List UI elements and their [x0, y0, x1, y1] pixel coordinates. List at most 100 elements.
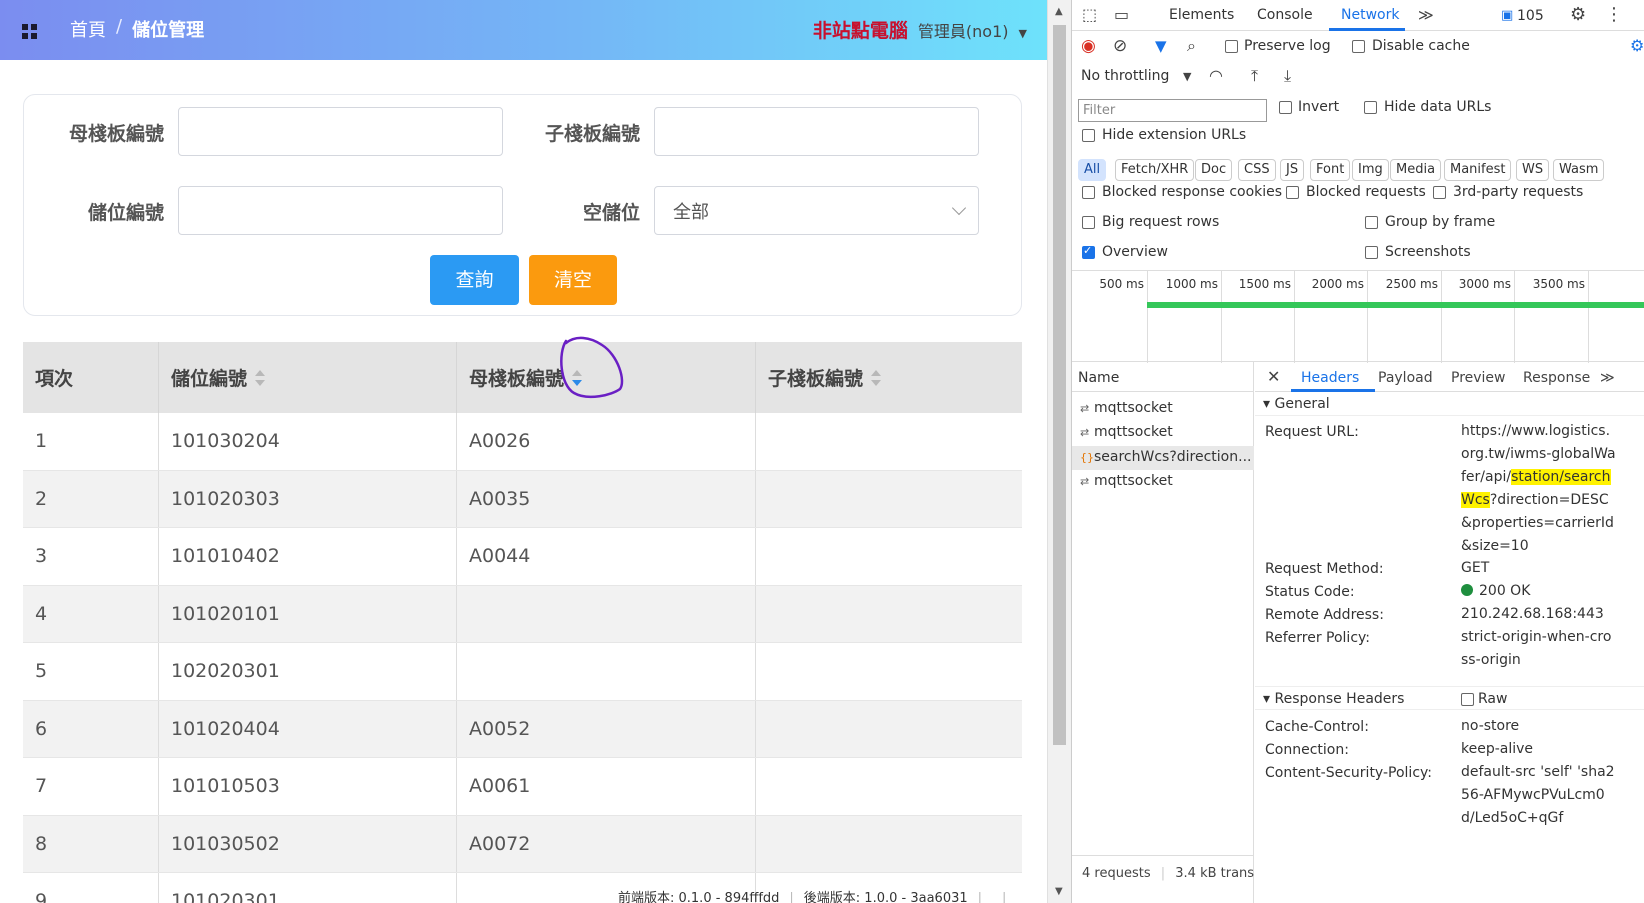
table-row[interactable]: 6 101020404 A0052	[23, 700, 1022, 758]
scrollbar-thumb[interactable]	[1053, 25, 1066, 745]
record-stop-icon[interactable]: ◉	[1081, 36, 1096, 56]
import-har-icon[interactable]: ⤒	[1251, 66, 1258, 86]
col-header-child-board[interactable]: 子棧板編號	[756, 342, 1022, 413]
more-tabs-icon[interactable]: ≫	[1418, 6, 1434, 24]
chip-css[interactable]: CSS	[1238, 159, 1276, 181]
chip-img[interactable]: Img	[1352, 159, 1389, 181]
big-rows-checkbox[interactable]	[1082, 216, 1095, 229]
table-row[interactable]: 1 101030204 A0026	[23, 413, 1022, 471]
disable-cache-checkbox[interactable]	[1352, 40, 1365, 53]
cell-location: 101030204	[159, 413, 457, 470]
chevron-down-icon	[951, 200, 967, 216]
apps-grid-icon[interactable]	[22, 24, 37, 39]
tab-headers[interactable]: Headers	[1301, 370, 1359, 386]
scroll-down-icon[interactable]: ▼	[1055, 886, 1063, 897]
settings-gear-icon[interactable]: ⚙	[1570, 4, 1586, 25]
parent-board-input[interactable]	[178, 107, 503, 156]
col-header-location[interactable]: 儲位編號	[159, 342, 457, 413]
query-button[interactable]: 查詢	[430, 255, 519, 305]
child-board-label: 子棧板編號	[544, 123, 640, 145]
chip-font[interactable]: Font	[1310, 159, 1351, 181]
chip-ws[interactable]: WS	[1516, 159, 1550, 181]
filter-input[interactable]: Filter	[1078, 99, 1267, 122]
filter-funnel-icon[interactable]: ▼	[1155, 37, 1167, 55]
chip-manifest[interactable]: Manifest	[1444, 159, 1512, 181]
blocked-cookies-checkbox[interactable]	[1082, 186, 1095, 199]
chip-js[interactable]: JS	[1280, 159, 1305, 181]
request-row[interactable]: ⇄ mqttsocket	[1072, 470, 1254, 494]
search-icon[interactable]: ⌕	[1187, 36, 1196, 56]
tab-elements[interactable]: Elements	[1169, 7, 1234, 23]
group-by-frame-checkbox[interactable]	[1365, 216, 1378, 229]
tab-network[interactable]: Network	[1341, 7, 1399, 23]
table-row[interactable]: 4 101020101	[23, 585, 1022, 643]
tab-response[interactable]: Response	[1523, 370, 1590, 386]
chip-all[interactable]: All	[1078, 159, 1107, 181]
cell-index: 4	[23, 585, 159, 642]
issues-count[interactable]: 105	[1517, 8, 1544, 24]
response-headers-section-header[interactable]: ▾ Response Headers Raw	[1255, 686, 1644, 710]
raw-checkbox[interactable]	[1461, 693, 1474, 706]
websocket-icon: ⇄	[1080, 426, 1090, 439]
cell-index: 6	[23, 700, 159, 757]
table-row[interactable]: 5 102020301	[23, 643, 1022, 701]
chip-fetch-xhr[interactable]: Fetch/XHR	[1115, 159, 1195, 181]
clear-log-icon[interactable]: ⊘	[1113, 36, 1127, 56]
third-party-checkbox[interactable]	[1433, 186, 1446, 199]
close-icon[interactable]: ✕	[1267, 367, 1280, 386]
cell-index: 1	[23, 413, 159, 470]
general-section-header[interactable]: ▾ General	[1255, 392, 1644, 416]
sort-icon[interactable]	[871, 369, 882, 386]
overview-checkbox[interactable]	[1082, 244, 1095, 259]
throttling-select[interactable]: No throttling	[1081, 68, 1169, 84]
user-menu[interactable]: 管理員(no1)	[918, 18, 1009, 42]
col-header-index: 項次	[23, 342, 159, 413]
breadcrumb-home[interactable]: 首頁	[70, 16, 106, 42]
screenshots-checkbox[interactable]	[1365, 246, 1378, 259]
network-settings-icon[interactable]: ⚙	[1630, 36, 1644, 55]
inspect-element-icon[interactable]: ⬚	[1082, 5, 1097, 24]
tab-preview[interactable]: Preview	[1451, 370, 1506, 386]
page-scrollbar[interactable]: ▲ ▼	[1047, 0, 1071, 903]
request-row-selected[interactable]: {}searchWcs?direction...	[1072, 446, 1254, 470]
hide-data-urls-checkbox[interactable]	[1364, 101, 1377, 114]
cell-location: 101010503	[159, 758, 457, 815]
more-options-icon[interactable]: ⋮	[1605, 4, 1623, 25]
chip-media[interactable]: Media	[1390, 159, 1442, 181]
more-tabs-icon[interactable]: ≫	[1600, 370, 1615, 386]
chip-doc[interactable]: Doc	[1195, 159, 1233, 181]
location-input[interactable]	[178, 186, 503, 235]
empty-location-select[interactable]: 全部	[654, 186, 979, 235]
throttling-caret-icon[interactable]: ▼	[1183, 70, 1191, 83]
table-row[interactable]: 2 101020303 A0035	[23, 470, 1022, 528]
clear-button[interactable]: 清空	[529, 255, 617, 305]
name-column-header[interactable]: Name	[1072, 362, 1254, 392]
cell-child-board	[756, 758, 1022, 815]
chip-wasm[interactable]: Wasm	[1553, 159, 1605, 181]
timeline-tick: 2000 ms	[1312, 271, 1368, 363]
request-row[interactable]: ⇄ mqttsocket	[1072, 421, 1254, 445]
device-toolbar-icon[interactable]: ▭	[1114, 5, 1129, 24]
wifi-conditions-icon[interactable]: ◠	[1209, 66, 1223, 85]
export-har-icon[interactable]: ⤓	[1284, 66, 1291, 86]
preserve-log-checkbox[interactable]	[1225, 40, 1238, 53]
blocked-requests-checkbox[interactable]	[1286, 186, 1299, 199]
status-ok-icon	[1461, 584, 1473, 596]
caret-down-icon[interactable]: ▼	[1019, 27, 1027, 40]
scroll-up-icon[interactable]: ▲	[1055, 6, 1063, 17]
hide-extension-urls-checkbox[interactable]	[1082, 129, 1095, 142]
child-board-input[interactable]	[654, 107, 979, 156]
screenshots-label: Screenshots	[1385, 244, 1471, 260]
parent-board-label: 母棧板編號	[68, 123, 164, 145]
invert-checkbox[interactable]	[1279, 101, 1292, 114]
table-row[interactable]: 3 101010402 A0044	[23, 528, 1022, 586]
tab-payload[interactable]: Payload	[1378, 370, 1433, 386]
table-row[interactable]: 8 101030502 A0072	[23, 815, 1022, 873]
request-url-value[interactable]: https://www.logistics.org.tw/iwms-global…	[1461, 420, 1616, 558]
network-overview-timeline[interactable]: 500 ms 1000 ms 1500 ms 2000 ms 2500 ms 3…	[1072, 270, 1644, 363]
request-row[interactable]: ⇄ mqttsocket	[1072, 397, 1254, 421]
sort-icon[interactable]	[255, 369, 266, 386]
table-row[interactable]: 7 101010503 A0061	[23, 758, 1022, 816]
issues-icon[interactable]: ▣	[1501, 8, 1513, 23]
tab-console[interactable]: Console	[1257, 7, 1313, 23]
